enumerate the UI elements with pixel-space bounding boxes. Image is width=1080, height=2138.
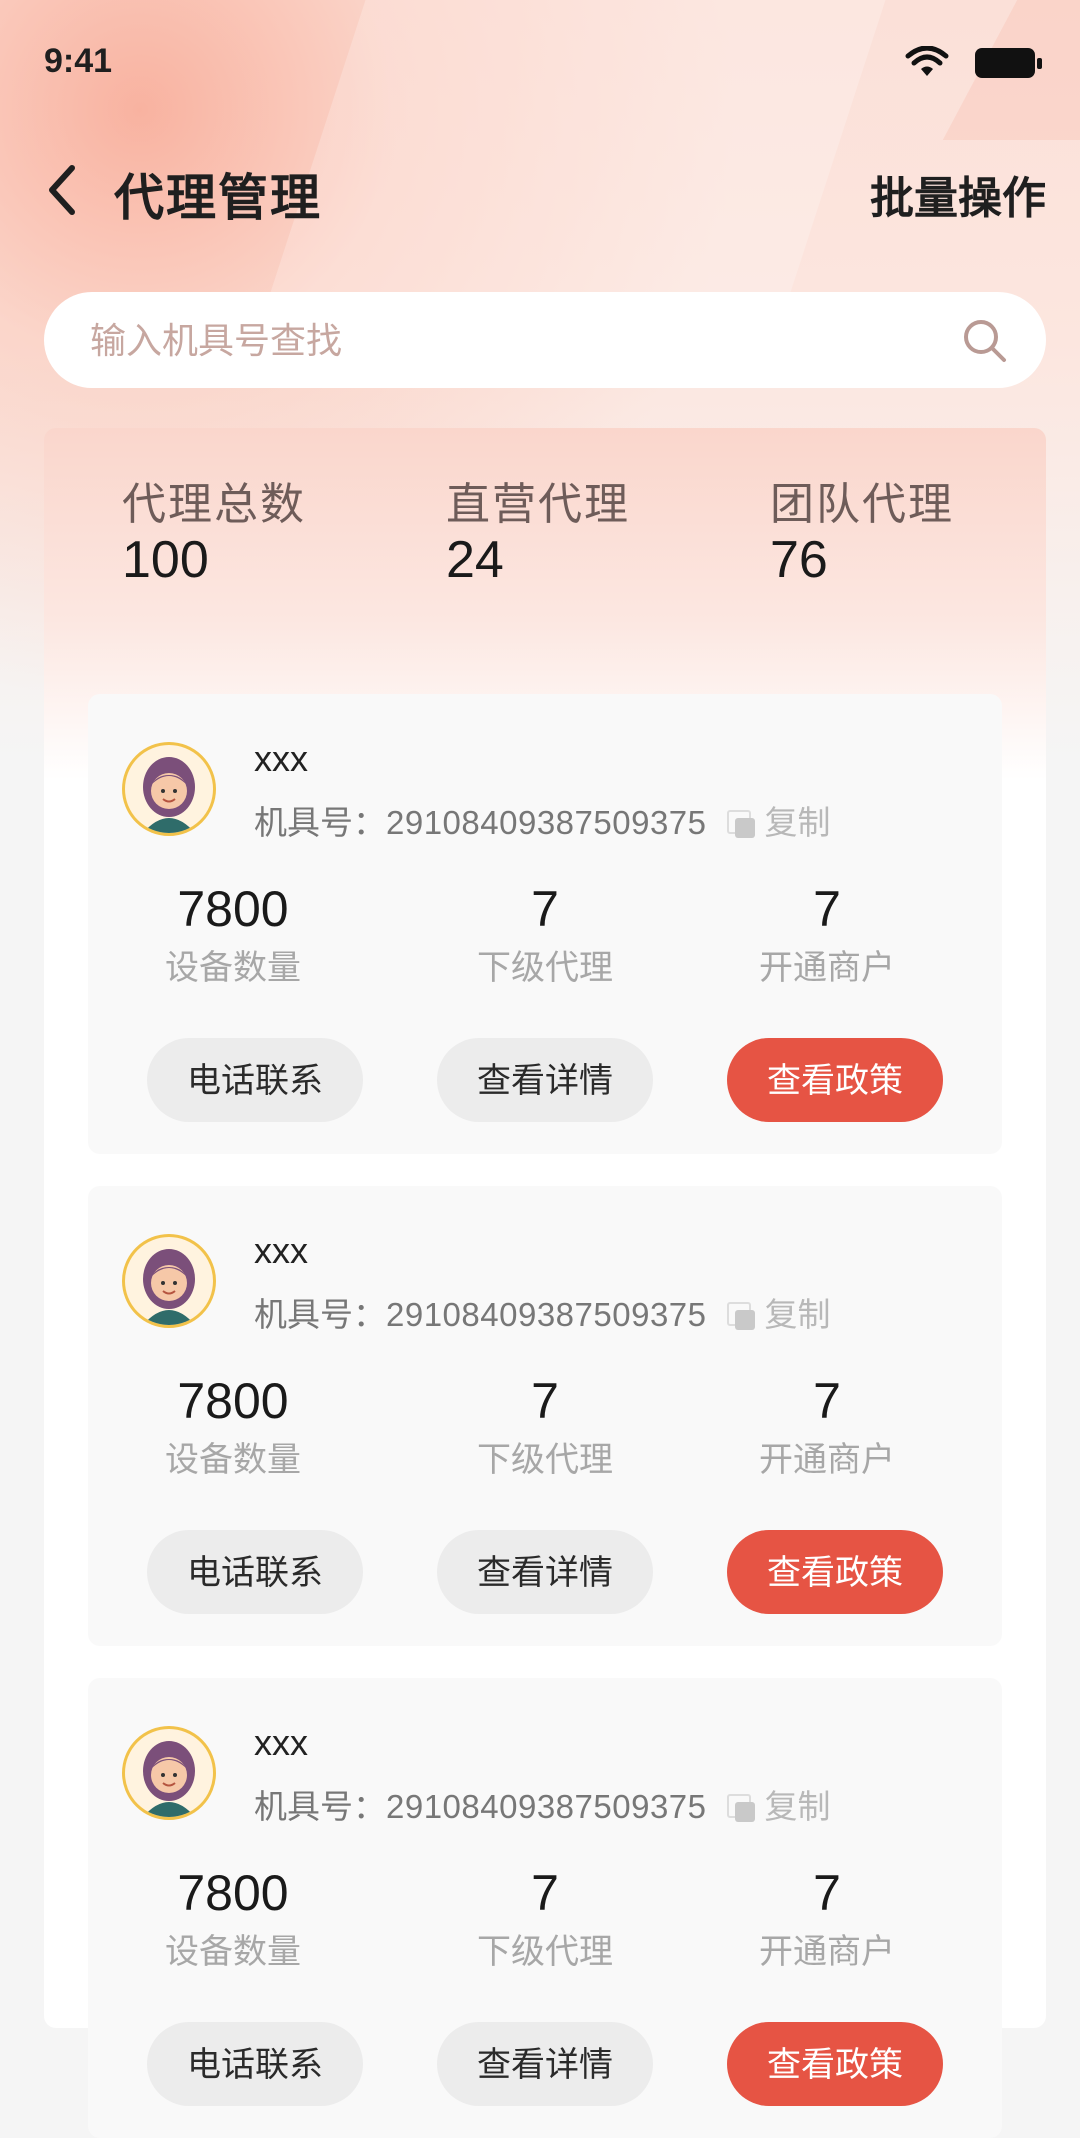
wifi-icon [905, 46, 949, 76]
metric-value: 7 [813, 1373, 841, 1429]
metric-label: 下级代理 [477, 948, 613, 988]
avatar [122, 1726, 216, 1820]
agent-name: xxx [254, 1722, 308, 1763]
stat-total-agents: 代理总数 100 [122, 468, 306, 590]
device-row: 机具号：29108409387509375 复制 [254, 1780, 831, 1828]
agent-card: xxx 机具号：29108409387509375 复制 7800 设备数量 7 … [88, 694, 1002, 1154]
stat-team-agents: 团队代理 76 [770, 468, 954, 590]
agent-panel: 代理总数 100 直营代理 24 团队代理 76 xxx 机具号：2910840… [44, 428, 1046, 2138]
copy-button[interactable]: 复制 [765, 803, 831, 842]
batch-action-button[interactable]: 批量操作 [870, 162, 1046, 226]
agent-name: xxx [254, 738, 308, 779]
device-row: 机具号：29108409387509375 复制 [254, 796, 831, 844]
metric-device-count: 7800 设备数量 [88, 880, 378, 989]
device-number: 29108409387509375 [386, 1788, 707, 1825]
metric-value: 7 [531, 1373, 559, 1429]
status-bar: 9:41 [0, 0, 1080, 120]
agent-card: xxx 机具号：29108409387509375 复制 7800 设备数量 7 … [88, 1186, 1002, 1646]
search-input[interactable] [88, 292, 952, 390]
device-number: 29108409387509375 [386, 1296, 707, 1333]
stat-value: 76 [770, 531, 828, 589]
metric-label: 下级代理 [477, 1440, 613, 1480]
device-label: 机具号： [254, 1787, 386, 1826]
battery-icon [975, 48, 1043, 78]
metric-value: 7 [531, 1865, 559, 1921]
device-number: 29108409387509375 [386, 804, 707, 841]
status-time: 9:41 [44, 42, 113, 80]
metric-label: 设备数量 [165, 948, 301, 988]
nav-bar: 代理管理 批量操作 [0, 140, 1080, 240]
stat-label: 代理总数 [122, 479, 306, 530]
view-details-button[interactable]: 查看详情 [437, 2022, 653, 2106]
stat-value: 24 [446, 531, 504, 589]
metric-merchants: 7 开通商户 [682, 880, 972, 989]
metric-value: 7 [813, 1865, 841, 1921]
copy-icon[interactable] [726, 1794, 755, 1822]
metric-value: 7 [813, 881, 841, 937]
stat-value: 100 [122, 531, 209, 589]
stat-label: 直营代理 [446, 479, 630, 530]
view-policy-button[interactable]: 查看政策 [727, 1530, 943, 1614]
metric-sub-agents: 7 下级代理 [400, 880, 690, 989]
device-label: 机具号： [254, 1295, 386, 1334]
view-details-button[interactable]: 查看详情 [437, 1038, 653, 1122]
copy-button[interactable]: 复制 [765, 1787, 831, 1826]
page-title: 代理管理 [114, 169, 322, 227]
metric-value: 7800 [177, 881, 289, 937]
metric-merchants: 7 开通商户 [682, 1372, 972, 1481]
avatar-illustration [143, 757, 195, 833]
metric-label: 下级代理 [477, 1932, 613, 1972]
device-row: 机具号：29108409387509375 复制 [254, 1288, 831, 1336]
search-icon[interactable] [960, 316, 1010, 366]
call-button[interactable]: 电话联系 [147, 1038, 363, 1122]
metric-label: 设备数量 [165, 1440, 301, 1480]
search-box[interactable] [44, 292, 1046, 390]
call-button[interactable]: 电话联系 [147, 1530, 363, 1614]
metric-sub-agents: 7 下级代理 [400, 1864, 690, 1973]
metric-sub-agents: 7 下级代理 [400, 1372, 690, 1481]
metric-label: 开通商户 [759, 1440, 895, 1480]
metric-value: 7800 [177, 1373, 289, 1429]
stat-direct-agents: 直营代理 24 [446, 468, 630, 590]
avatar-illustration [143, 1249, 195, 1325]
metric-device-count: 7800 设备数量 [88, 1372, 378, 1481]
avatar [122, 1234, 216, 1328]
avatar-illustration [143, 1741, 195, 1817]
metric-label: 开通商户 [759, 1932, 895, 1972]
copy-icon[interactable] [726, 1302, 755, 1330]
agent-name: xxx [254, 1230, 308, 1271]
copy-button[interactable]: 复制 [765, 1295, 831, 1334]
metric-value: 7 [531, 881, 559, 937]
back-icon[interactable] [42, 162, 84, 218]
metric-merchants: 7 开通商户 [682, 1864, 972, 1973]
metric-label: 开通商户 [759, 948, 895, 988]
view-policy-button[interactable]: 查看政策 [727, 2022, 943, 2106]
view-details-button[interactable]: 查看详情 [437, 1530, 653, 1614]
agent-card: xxx 机具号：29108409387509375 复制 7800 设备数量 7 … [88, 1678, 1002, 2138]
view-policy-button[interactable]: 查看政策 [727, 1038, 943, 1122]
metric-device-count: 7800 设备数量 [88, 1864, 378, 1973]
metric-value: 7800 [177, 1865, 289, 1921]
stat-label: 团队代理 [770, 479, 954, 530]
metric-label: 设备数量 [165, 1932, 301, 1972]
avatar [122, 742, 216, 836]
copy-icon[interactable] [726, 810, 755, 838]
call-button[interactable]: 电话联系 [147, 2022, 363, 2106]
device-label: 机具号： [254, 803, 386, 842]
